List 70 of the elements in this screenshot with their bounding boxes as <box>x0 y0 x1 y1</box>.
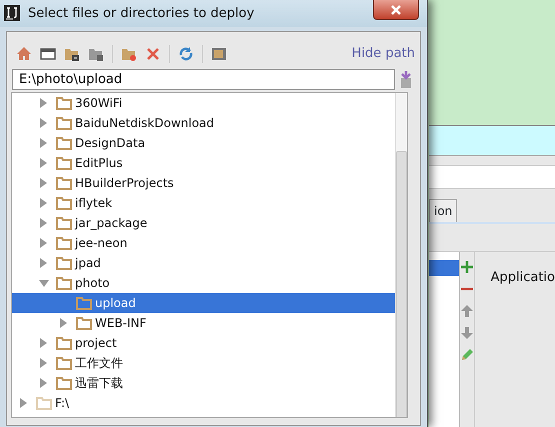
download-icon[interactable] <box>399 70 413 88</box>
tree-item[interactable]: DesignData <box>12 133 395 153</box>
folder-icon <box>56 136 72 150</box>
item-label: jar_package <box>75 215 148 232</box>
home-icon[interactable] <box>16 46 32 62</box>
folder-icon <box>56 276 72 290</box>
folder-icon <box>56 356 72 370</box>
close-button[interactable] <box>373 0 419 20</box>
item-label: 工作文件 <box>75 355 123 372</box>
folder-icon <box>56 216 72 230</box>
folder-icon <box>56 96 72 110</box>
folder-icon <box>56 156 72 170</box>
item-label: jpad <box>75 255 101 272</box>
path-field[interactable]: E:\photo\upload <box>12 69 395 90</box>
tree-item[interactable]: project <box>12 333 395 353</box>
tree-item[interactable]: EditPlus <box>12 153 395 173</box>
item-label: project <box>75 335 117 352</box>
tree-item[interactable]: photo <box>12 273 395 293</box>
pencil-icon[interactable] <box>460 348 474 362</box>
up-arrow-icon[interactable] <box>460 304 474 318</box>
folder-icon <box>76 296 92 310</box>
tree-item[interactable]: iflytek <box>12 193 395 213</box>
tree-item[interactable]: BaiduNetdiskDownload <box>12 113 395 133</box>
tree-item[interactable]: HBuilderProjects <box>12 173 395 193</box>
app-logo-icon <box>4 5 20 21</box>
item-label: photo <box>75 275 110 292</box>
tree-item[interactable]: 迅雷下载 <box>12 373 395 393</box>
folder-icon <box>56 196 72 210</box>
tree-item[interactable]: jar_package <box>12 213 395 233</box>
folder-icon <box>56 336 72 350</box>
folder-icon <box>56 176 72 190</box>
item-label: BaiduNetdiskDownload <box>75 115 214 132</box>
item-label: EditPlus <box>75 155 123 172</box>
toggle-panel-icon[interactable] <box>211 46 227 62</box>
text-field[interactable] <box>429 165 555 189</box>
tree-item[interactable]: upload <box>12 293 395 313</box>
item-label: DesignData <box>75 135 146 152</box>
list-row[interactable] <box>429 260 459 276</box>
item-label: upload <box>95 295 136 312</box>
scrollbar-thumb[interactable] <box>396 151 407 417</box>
refresh-icon[interactable] <box>178 46 194 62</box>
item-label: iflytek <box>75 195 112 212</box>
folder-icon <box>76 316 92 330</box>
item-label: WEB-INF <box>95 315 146 332</box>
item-label: 360WiFi <box>75 95 122 112</box>
tree-item[interactable]: jee-neon <box>12 233 395 253</box>
collapse-arrow-icon[interactable] <box>38 278 50 288</box>
drive-folder-icon <box>36 396 52 410</box>
tree-item[interactable]: jpad <box>12 253 395 273</box>
window-title: Select files or directories to deploy <box>28 5 254 23</box>
window-icon[interactable] <box>40 46 56 62</box>
down-arrow-icon[interactable] <box>460 326 474 340</box>
tree-item[interactable]: 工作文件 <box>12 353 395 373</box>
item-label: 迅雷下载 <box>75 375 123 392</box>
field-label: Applicatio <box>490 269 555 287</box>
delete-icon[interactable] <box>145 46 161 62</box>
item-label: jee-neon <box>75 235 128 252</box>
folder-icon <box>56 256 72 270</box>
hide-path-link[interactable]: Hide path <box>352 44 415 64</box>
tree-item[interactable]: F:\ <box>12 393 395 413</box>
add-icon[interactable] <box>460 260 474 274</box>
folder-icon <box>56 376 72 390</box>
item-label: HBuilderProjects <box>75 175 174 192</box>
tab[interactable]: ion <box>429 199 458 222</box>
item-label: F:\ <box>55 395 70 412</box>
tree-item[interactable]: WEB-INF <box>12 313 395 333</box>
folder-icon <box>56 236 72 250</box>
folder-icon <box>56 116 72 130</box>
close-icon <box>390 4 402 14</box>
tree-item[interactable]: 360WiFi <box>12 93 395 113</box>
